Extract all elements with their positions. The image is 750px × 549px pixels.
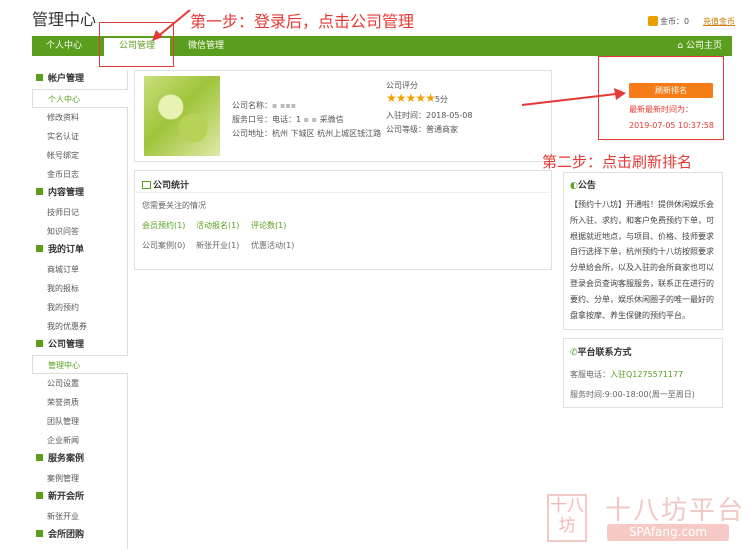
page: 管理中心 金币：0 充值金币 个人中心 公司管理 微信管理 ⌂ 公司主页 第一步… — [0, 0, 750, 549]
company-home-link[interactable]: ⌂ 公司主页 — [677, 36, 722, 56]
contact-title: ✆平台联系方式 — [570, 348, 632, 358]
phone-icon: ✆ — [570, 348, 578, 358]
collapse-icon — [36, 188, 43, 195]
divider — [136, 192, 550, 193]
sidebar-item-my-bookings[interactable]: 我的预约 — [32, 298, 127, 317]
sidebar-item-bind-account[interactable]: 帐号绑定 — [32, 146, 127, 165]
sidebar-item-personal-center[interactable]: 个人中心 — [32, 89, 129, 108]
stat-member-bookings[interactable]: 会员预约(1) — [142, 220, 185, 231]
rating-stars: ★★★★★5分 — [386, 91, 448, 105]
coin-icon — [648, 16, 658, 26]
sidebar-item-grand-opening[interactable]: 新张开业 — [32, 507, 127, 526]
stats-subtitle: 您需要关注的情况 — [142, 201, 206, 210]
collapse-icon — [36, 454, 43, 461]
sidebar-item-case-management[interactable]: 案例管理 — [32, 469, 127, 488]
sidebar-item-shop-orders[interactable]: 商城订单 — [32, 260, 127, 279]
sidebar-item-news[interactable]: 企业新闻 — [32, 431, 127, 450]
sidebar-item-team[interactable]: 团队管理 — [32, 412, 127, 431]
rating-label: 公司评分 — [386, 81, 418, 90]
coin-balance: 金币：0 — [648, 16, 689, 27]
company-slogan: 服务口号：电话：1 ▪ ▪ 采微信 — [232, 115, 344, 124]
sidebar-group-company[interactable]: 公司管理 — [32, 336, 127, 355]
last-refresh-label: 最新最新时间为： — [629, 105, 693, 114]
sidebar-item-my-coupons[interactable]: 我的优惠券 — [32, 317, 127, 336]
star-icon: ★ — [425, 91, 436, 105]
recharge-link[interactable]: 充值金币 — [703, 16, 735, 27]
stats-title: 公司统计 — [142, 178, 189, 191]
notice-body: 【预约十八坊】开通啦！提供休闲娱乐会所入驻、求约，和客户免费预约下单，可根据就近… — [570, 200, 714, 320]
home-icon: ⌂ — [677, 41, 684, 51]
contact-phone: 客服电话：入驻Q1275571177 — [570, 370, 684, 379]
star-icon: ★ — [386, 91, 397, 105]
sidebar: 帐户管理 个人中心 修改资料 实名认证 帐号绑定 金币日志 内容管理 技师日记 … — [32, 70, 129, 549]
sidebar-item-my-bids[interactable]: 我的报标 — [32, 279, 127, 298]
coin-label: 金币：0 — [660, 17, 690, 26]
stat-company-cases[interactable]: 公司案例(0) — [142, 240, 185, 251]
service-hours: 服务时间:9:00-18:00(周一至周日) — [570, 390, 695, 399]
megaphone-icon: ◐ — [570, 181, 578, 191]
collapse-icon — [36, 530, 43, 537]
nav-wechat-management[interactable]: 微信管理 — [188, 36, 224, 56]
sidebar-group-cases[interactable]: 服务案例 — [32, 450, 127, 469]
sidebar-item-honors[interactable]: 荣誉资质 — [32, 393, 127, 412]
watermark-seal: 十八坊 — [547, 494, 587, 542]
sidebar-group-new-club[interactable]: 新开会所 — [32, 488, 127, 507]
sidebar-item-management-center[interactable]: 管理中心 — [32, 355, 129, 374]
sidebar-group-orders[interactable]: 我的订单 — [32, 241, 127, 260]
sidebar-group-group-buy[interactable]: 会所团购 — [32, 526, 127, 545]
watermark-name: 十八坊平台 — [605, 496, 746, 526]
sidebar-item-qa[interactable]: 知识问答 — [32, 222, 127, 241]
last-refresh-time: 2019-07-05 10:37:58 — [629, 121, 714, 130]
company-logo — [144, 76, 220, 156]
nav-personal-center[interactable]: 个人中心 — [46, 36, 82, 56]
company-level: 公司等级：普通商家 — [386, 125, 458, 134]
stat-grand-opening[interactable]: 新张开业(1) — [196, 240, 239, 251]
stat-event-signups[interactable]: 活动报名(1) — [196, 220, 239, 231]
sidebar-item-verify[interactable]: 实名认证 — [32, 127, 127, 146]
step1-annotation: 第一步：登录后，点击公司管理 — [190, 12, 415, 31]
sidebar-item-coin-log[interactable]: 金币日志 — [32, 165, 127, 184]
star-icon: ★ — [405, 91, 417, 105]
sidebar-item-diary[interactable]: 技师日记 — [32, 203, 127, 222]
sidebar-item-edit-profile[interactable]: 修改资料 — [32, 108, 127, 127]
company-address: 公司地址：杭州 下城区 杭州上城区钱江路 — [232, 129, 382, 138]
sidebar-group-content[interactable]: 内容管理 — [32, 184, 127, 203]
stat-promotions[interactable]: 优惠活动(1) — [251, 240, 294, 251]
step1-arrow-icon — [152, 9, 191, 41]
star-icon: ★ — [415, 91, 426, 105]
sidebar-item-company-settings[interactable]: 公司设置 — [32, 374, 127, 393]
contact-qq-link[interactable]: 入驻Q1275571177 — [610, 370, 683, 379]
step2-arrow-icon — [521, 88, 626, 106]
page-title: 管理中心 — [32, 10, 97, 29]
star-icon: ★ — [395, 91, 407, 105]
collapse-icon — [36, 245, 43, 252]
stat-comments[interactable]: 评论数(1) — [251, 220, 286, 231]
refresh-rank-button[interactable]: 刷新排名 — [629, 83, 713, 98]
notice-title: ◐公告 — [570, 181, 596, 191]
step2-annotation: 第二步：点击刷新排名 — [542, 153, 693, 171]
stats-icon — [142, 181, 151, 189]
collapse-icon — [36, 340, 43, 347]
company-name: 公司名称：▪ ▪▪▪ — [232, 101, 297, 110]
rating-value: 5分 — [434, 95, 448, 104]
join-time: 入驻时间：2018-05-08 — [386, 111, 473, 120]
sidebar-group-account[interactable]: 帐户管理 — [32, 70, 127, 89]
collapse-icon — [36, 492, 43, 499]
collapse-icon — [36, 74, 43, 81]
watermark-url: SPAfang.com — [607, 524, 729, 541]
